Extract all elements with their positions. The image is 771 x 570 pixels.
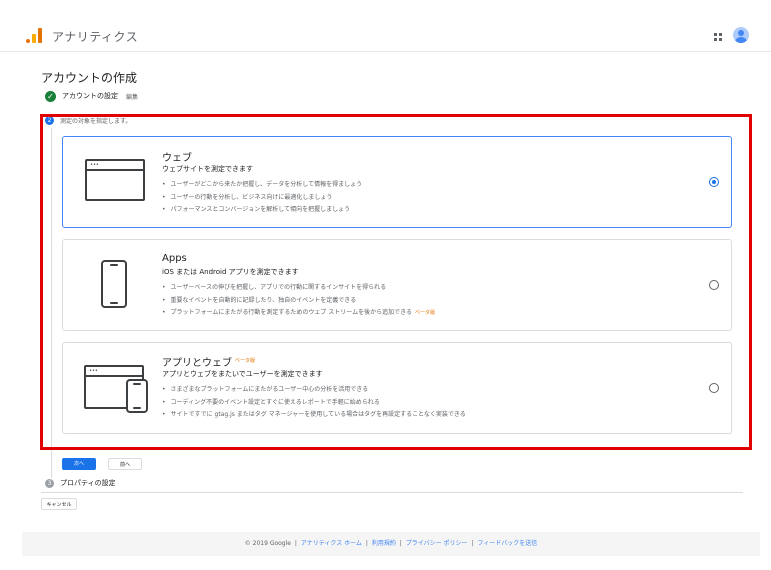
- app-title[interactable]: アナリティクス: [52, 28, 138, 45]
- check-circle-icon: ✓: [45, 90, 56, 102]
- footer-copyright: © 2019 Google: [244, 540, 291, 547]
- footer-link-terms[interactable]: 利用規約: [372, 540, 396, 547]
- step-edit-link[interactable]: 編集: [126, 92, 138, 101]
- next-button[interactable]: 次へ: [62, 458, 96, 470]
- cancel-button[interactable]: キャンセル: [41, 498, 77, 510]
- apps-grid-icon[interactable]: [714, 33, 723, 42]
- step-account-settings: ✓ アカウントの設定 編集: [45, 90, 138, 102]
- divider: [41, 492, 743, 493]
- step-property-settings: 3 プロパティの設定: [45, 478, 116, 488]
- step-number-badge: 3: [45, 478, 54, 488]
- footer-link-analytics-home[interactable]: アナリティクス ホーム: [301, 540, 362, 547]
- step-property-label: プロパティの設定: [60, 479, 116, 487]
- footer: © 2019 Google | アナリティクス ホーム | 利用規約 | プライ…: [22, 532, 760, 556]
- analytics-logo-icon[interactable]: [26, 27, 44, 43]
- footer-link-feedback[interactable]: フィードバックを送信: [477, 540, 537, 547]
- page-title: アカウントの作成: [41, 71, 138, 85]
- step-account-label: アカウントの設定: [62, 92, 118, 100]
- highlight-box: [40, 114, 752, 450]
- account-avatar-icon[interactable]: [733, 27, 749, 43]
- top-app-bar: アナリティクス: [0, 0, 771, 52]
- prev-button[interactable]: 前へ: [108, 458, 142, 470]
- footer-link-privacy[interactable]: プライバシー ポリシー: [406, 540, 468, 547]
